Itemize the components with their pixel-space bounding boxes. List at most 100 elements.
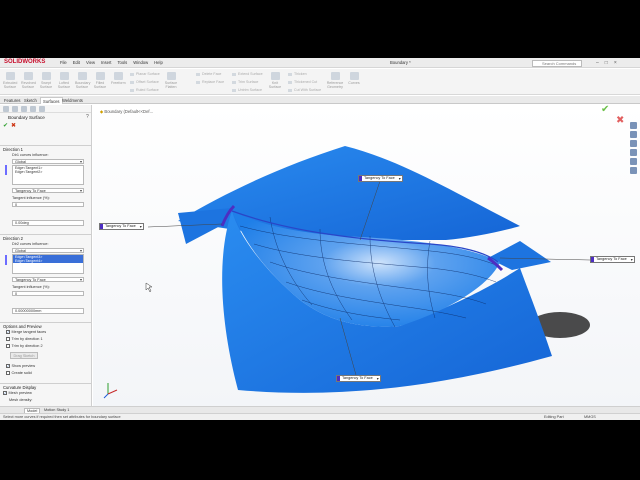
custom-properties-icon[interactable]	[630, 167, 637, 174]
solidworks-logo: SOLIDWORKS	[4, 59, 46, 65]
callout-tangency-top[interactable]: Tangency To Face	[358, 175, 403, 182]
mesh-preview-checkbox[interactable]: ✓ Mesh preview	[3, 391, 32, 395]
dir2-influence-label: Dir2 curves influence:	[12, 242, 49, 246]
tab-features[interactable]: Features	[2, 97, 23, 104]
delete-face-button[interactable]: Delete Face	[196, 72, 221, 76]
merge-tangent-faces-checkbox[interactable]: ✓ Merge tangent faces	[6, 330, 46, 334]
menu-view[interactable]: View	[86, 60, 95, 65]
direction2-header[interactable]: Direction 2	[0, 234, 91, 242]
drag-sketch-button[interactable]: Drag Sketch	[10, 352, 38, 359]
tab-sketch[interactable]: Sketch	[22, 97, 39, 104]
thicken-button[interactable]: Thicken	[288, 72, 307, 76]
ok-check-icon[interactable]: ✔	[3, 122, 8, 129]
confirm-ok-icon[interactable]: ✔	[601, 104, 609, 115]
trim-direction2-checkbox[interactable]: Trim by direction 2	[6, 344, 43, 348]
appearances-icon[interactable]	[630, 158, 637, 165]
file-explorer-icon[interactable]	[630, 140, 637, 147]
surface-flatten-button[interactable]: Surface Flatten	[164, 72, 178, 89]
show-preview-checkbox[interactable]: ✓ Show preview	[6, 364, 35, 368]
menu-edit[interactable]: Edit	[73, 60, 80, 65]
dir1-influence-dropdown[interactable]: Global	[12, 159, 84, 164]
close-icon[interactable]: ×	[614, 60, 617, 66]
list-item[interactable]: Edge<Tangent4>	[13, 259, 83, 264]
boundary-surface-model[interactable]	[93, 105, 640, 406]
confirm-cancel-icon[interactable]: ✖	[616, 115, 624, 126]
knit-surface-button[interactable]: Knit Surface	[268, 72, 282, 89]
menu-file[interactable]: File	[60, 60, 67, 65]
menu-tools[interactable]: Tools	[117, 60, 127, 65]
dir2-influence-dropdown[interactable]: Global	[12, 248, 84, 253]
maximize-icon[interactable]: □	[605, 60, 608, 66]
filled-surface-icon	[95, 72, 105, 80]
part-icon: ◆	[100, 109, 104, 114]
help-icon[interactable]: ?	[86, 114, 89, 120]
configuration-manager-icon[interactable]	[21, 106, 27, 112]
direction1-header[interactable]: Direction 1	[0, 145, 91, 153]
boundary-surface-button[interactable]: Boundary Surface	[75, 72, 90, 89]
list-item[interactable]: Edge<Tangent2>	[13, 170, 83, 174]
freeform-button[interactable]: Freeform	[111, 72, 126, 85]
extruded-surface-button[interactable]: Extruded Surface	[3, 72, 17, 89]
callout-tangency-right[interactable]: Tangency To Face	[590, 256, 635, 263]
swept-surface-button[interactable]: Swept Surface	[39, 72, 53, 89]
dir1-tangent-influence-field[interactable]: 0	[12, 202, 84, 207]
display-manager-icon[interactable]	[39, 106, 45, 112]
curvature-display-header[interactable]: Curvature Display	[0, 383, 91, 391]
dir1-angle-field[interactable]: 0.00deg	[12, 220, 84, 226]
menu-bar: File Edit View Insert Tools Window Help	[60, 60, 163, 65]
graphics-area[interactable]	[93, 105, 640, 406]
dir2-condition1-dropdown[interactable]: Tangency To Face	[12, 277, 84, 282]
dir2-curves-list[interactable]: Edge<Tangent3> Edge<Tangent4>	[12, 254, 84, 274]
dir1-curves-list[interactable]: Edge<Tangent1> Edge<Tangent2>	[12, 165, 84, 185]
cancel-x-icon[interactable]: ✖	[11, 122, 16, 129]
window-controls: – □ ×	[596, 60, 617, 66]
task-pane-tabs	[630, 122, 639, 176]
minimize-icon[interactable]: –	[596, 60, 599, 66]
extend-surface-button[interactable]: Extend Surface	[232, 72, 263, 76]
dir2-length-field[interactable]: 0.00000000mm	[12, 308, 84, 314]
replace-face-button[interactable]: Replace Face	[196, 80, 224, 84]
trim-surface-button[interactable]: Trim Surface	[232, 80, 258, 84]
view-palette-icon[interactable]	[630, 149, 637, 156]
menu-window[interactable]: Window	[133, 60, 148, 65]
tab-weldments[interactable]: Weldments	[60, 97, 85, 104]
create-solid-checkbox[interactable]: Create solid	[6, 371, 32, 375]
callout-tangency-bottom[interactable]: Tangency To Face	[336, 375, 381, 382]
command-manager-ribbon: Extruded Surface Revolved Surface Swept …	[0, 69, 640, 95]
dir1-condition-dropdown[interactable]: Tangency To Face	[12, 188, 84, 193]
command-tabs: Features Sketch Surfaces Weldments	[0, 96, 640, 104]
curves-button[interactable]: Curves	[348, 72, 360, 85]
checkbox-icon: ✓	[6, 330, 10, 335]
design-library-icon[interactable]	[630, 131, 637, 138]
lofted-surface-button[interactable]: Lofted Surface	[57, 72, 71, 89]
offset-surface-button[interactable]: Offset Surface	[130, 80, 159, 84]
ruled-surface-button[interactable]: Ruled Surface	[130, 88, 159, 92]
callout-tangency-left[interactable]: Tangency To Face	[99, 223, 144, 230]
menu-insert[interactable]: Insert	[101, 60, 111, 65]
search-commands-input[interactable]: Search Commands	[532, 59, 582, 67]
status-bar: Select more curves if required then set …	[0, 413, 640, 420]
checkbox-icon	[6, 337, 10, 341]
options-preview-header[interactable]: Options and Preview	[0, 322, 91, 330]
menu-help[interactable]: Help	[154, 60, 163, 65]
mesh-density-label: Mesh density:	[9, 398, 33, 402]
solidworks-screen: SOLIDWORKS File Edit View Insert Tools W…	[0, 58, 640, 420]
boundary-surface-icon	[77, 72, 87, 80]
untrim-surface-button[interactable]: Untrim Surface	[232, 88, 262, 92]
dimxpert-icon[interactable]	[30, 106, 36, 112]
property-manager-icon[interactable]	[12, 106, 18, 112]
status-units[interactable]: MMGS	[584, 415, 596, 419]
cut-with-surface-button[interactable]: Cut With Surface	[288, 88, 321, 92]
reference-geometry-button[interactable]: Reference Geometry	[326, 72, 344, 89]
dir2-tangent-influence-field[interactable]: 0	[12, 291, 84, 296]
planar-surface-button[interactable]: Planar Surface	[130, 72, 160, 76]
thickened-cut-button[interactable]: Thickened Cut	[288, 80, 317, 84]
checkbox-icon	[6, 344, 10, 348]
solidworks-resources-icon[interactable]	[630, 122, 637, 129]
feature-tree-flyout[interactable]: ◆ Boundary (Default<<Def...	[100, 109, 153, 114]
feature-manager-icon[interactable]	[3, 106, 9, 112]
revolved-surface-button[interactable]: Revolved Surface	[21, 72, 36, 89]
trim-direction1-checkbox[interactable]: Trim by direction 1	[6, 337, 43, 341]
checkbox-icon: ✓	[6, 364, 10, 369]
filled-surface-button[interactable]: Filled Surface	[93, 72, 107, 89]
